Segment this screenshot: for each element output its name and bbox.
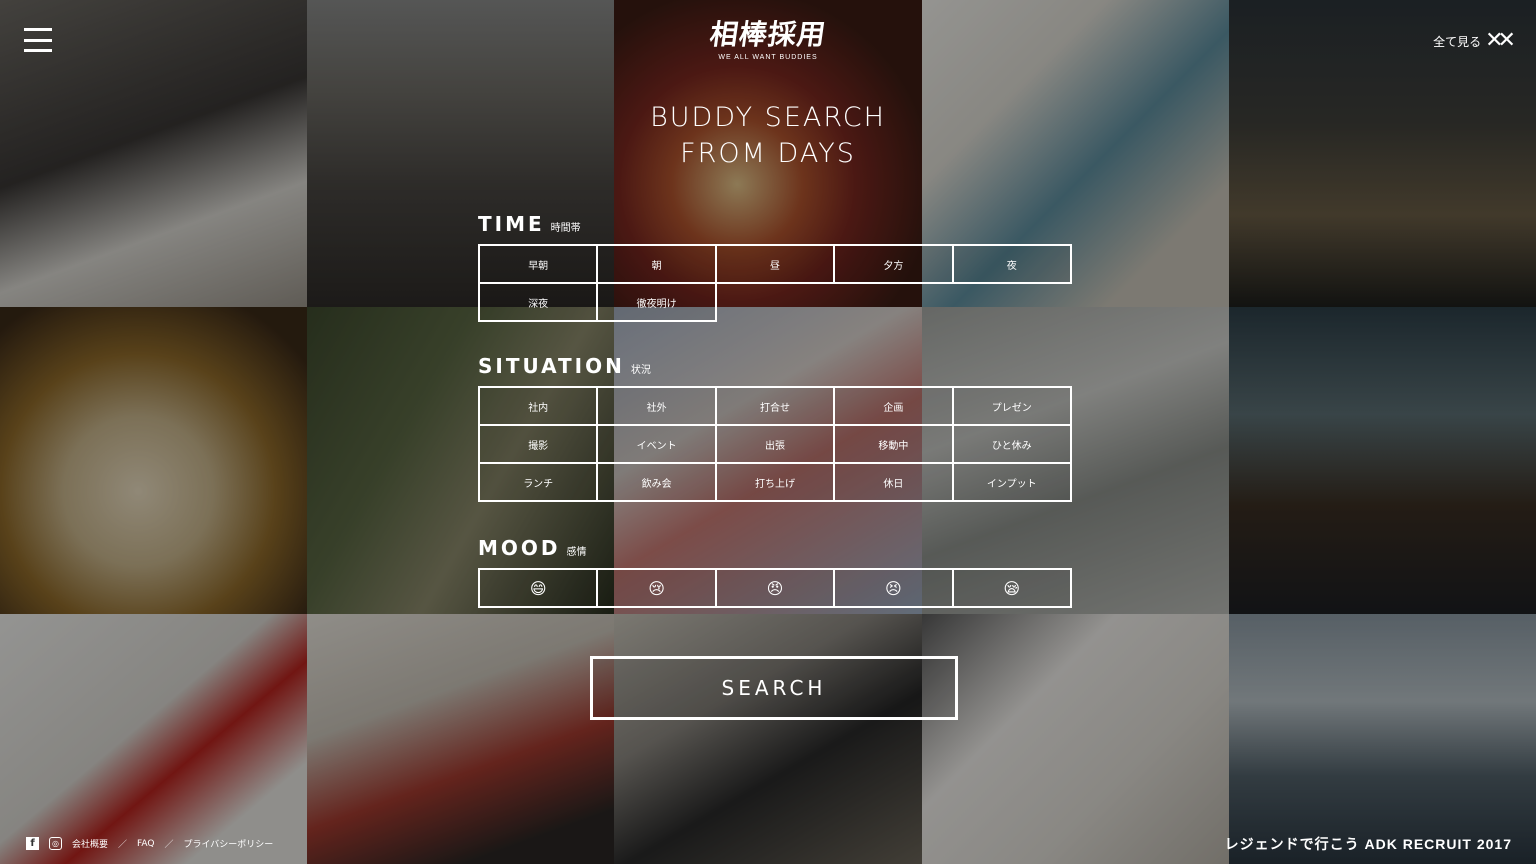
footer-link-company[interactable]: 会社概要 [72,837,108,850]
menu-bar [24,28,52,31]
situation-option[interactable]: 移動中 [833,424,954,464]
time-option[interactable]: 深夜 [478,282,599,322]
photo-tile [0,614,308,864]
footer-links: f ◎ 会社概要 ／ FAQ ／ プライバシーポリシー [26,837,273,850]
footer-separator: ／ [164,840,174,850]
mood-happy-icon[interactable]: 😄 [478,568,599,608]
footer-link-privacy[interactable]: プライバシーポリシー [183,837,273,850]
situation-option[interactable]: 社内 [478,386,599,426]
time-option[interactable]: 徹夜明け [596,282,717,322]
situation-options: 社内 社外 打合せ 企画 プレゼン 撮影 イベント 出張 移動中 ひと休み ラン… [478,386,1072,502]
situation-option[interactable]: 撮影 [478,424,599,464]
situation-option[interactable]: イベント [596,424,717,464]
mood-options: 😄 😢 😠 😣 😪 [478,568,1072,608]
title-line-2: FROM DAYS [680,138,856,169]
instagram-icon[interactable]: ◎ [49,837,62,850]
mood-sleepy-icon[interactable]: 😪 [951,568,1072,608]
situation-label-en: SITUATION [478,354,625,378]
cross-mark-icon: ✕✕ [1485,28,1516,53]
photo-tile [307,614,615,864]
photo-tile [1228,614,1536,864]
situation-section-label: SITUATION 状況 [478,354,651,378]
situation-option[interactable]: ランチ [478,462,599,502]
time-option[interactable]: 昼 [714,244,836,284]
situation-option[interactable]: 打合せ [714,386,836,426]
situation-option[interactable]: プレゼン [951,386,1072,426]
time-option[interactable]: 朝 [596,244,717,284]
logo-subtitle: WE ALL WANT BUDDIES [718,54,818,61]
situation-option[interactable]: 休日 [833,462,954,502]
mood-section-label: MOOD 感情 [478,536,587,560]
photo-tile [921,614,1229,864]
time-section-label: TIME 時間帯 [478,212,581,236]
situation-option[interactable]: インプット [951,462,1072,502]
situation-option[interactable]: 出張 [714,424,836,464]
mood-crying-icon[interactable]: 😢 [596,568,717,608]
time-options: 早朝 朝 昼 夕方 夜 深夜 徹夜明け [478,244,1072,322]
logo-mark: 相棒採用 [707,18,829,51]
photo-tile [614,614,922,864]
mood-label-en: MOOD [478,536,561,560]
photo-tile [0,307,308,614]
facebook-icon[interactable]: f [26,837,39,850]
footer-separator: ／ [118,840,128,850]
mood-label-ja: 感情 [566,547,587,558]
title-line-1: BUDDY SEARCH [650,102,886,133]
situation-label-ja: 状況 [630,365,651,376]
footer-tagline: レジェンドで行こう ADK RECRUIT 2017 [1224,836,1512,852]
time-option[interactable]: 夕方 [833,244,954,284]
mood-frustrated-icon[interactable]: 😣 [833,568,954,608]
view-all-link[interactable]: 全て見る ✕✕ [1433,28,1516,53]
footer-link-faq[interactable]: FAQ [137,839,154,849]
menu-bar [24,38,52,42]
time-label-en: TIME [478,212,545,236]
time-option[interactable]: 夜 [951,244,1072,284]
situation-option[interactable]: 飲み会 [596,462,717,502]
time-label-ja: 時間帯 [550,223,581,234]
search-button[interactable]: SEARCH [590,656,958,720]
situation-option[interactable]: 企画 [833,386,954,426]
menu-bar [24,49,52,52]
site-logo[interactable]: 相棒採用 WE ALL WANT BUDDIES [690,18,846,61]
page-title: BUDDY SEARCH FROM DAYS [614,100,922,172]
photo-tile [1228,307,1536,614]
time-option[interactable]: 早朝 [478,244,599,284]
situation-option[interactable]: 打ち上げ [714,462,836,502]
situation-option[interactable]: 社外 [596,386,717,426]
mood-angry-icon[interactable]: 😠 [714,568,836,608]
hamburger-menu-icon[interactable] [24,28,52,52]
view-all-label: 全て見る [1433,34,1482,49]
situation-option[interactable]: ひと休み [951,424,1072,464]
